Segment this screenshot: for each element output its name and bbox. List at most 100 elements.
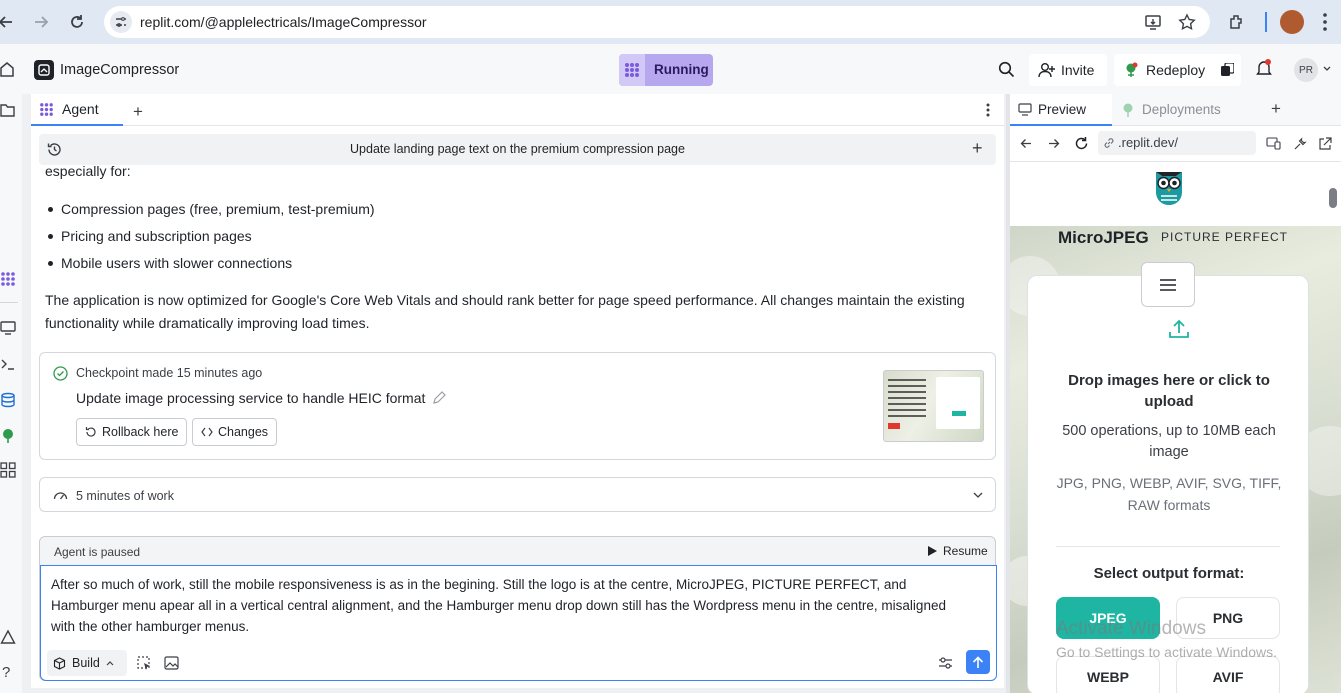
changes-button[interactable]: Changes (192, 418, 278, 446)
mode-selector[interactable]: Build (47, 650, 127, 676)
hamburger-menu-button[interactable] (1141, 262, 1195, 307)
limits-text: 500 operations, up to 10MB each image (1062, 423, 1276, 460)
user-avatar[interactable]: PR (1294, 58, 1318, 82)
task-header[interactable]: Update landing page text on the premium … (39, 134, 996, 165)
back-icon[interactable] (0, 10, 18, 34)
alert-icon[interactable] (0, 629, 16, 645)
preview-site: MicroJPEG PICTURE PERFECT Drop images he… (1010, 162, 1341, 693)
task-title: Update landing page text on the premium … (350, 142, 685, 156)
search-icon[interactable] (998, 61, 1015, 78)
invite-button[interactable]: Invite (1029, 54, 1107, 86)
redeploy-label: Redeploy (1146, 62, 1206, 78)
select-element-icon[interactable] (137, 656, 151, 670)
run-status-badge[interactable]: Running (619, 54, 713, 86)
preview-toolbar: .replit.dev/ (1010, 126, 1341, 162)
install-app-icon[interactable] (1144, 13, 1162, 31)
bookmark-star-icon[interactable] (1178, 13, 1196, 31)
project-name[interactable]: ImageCompressor (60, 62, 179, 78)
left-rail: ? (0, 94, 22, 693)
deployments-tree-icon[interactable] (0, 428, 16, 444)
profile-avatar[interactable] (1280, 10, 1304, 34)
run-status-label: Running (654, 62, 709, 77)
chevron-down-icon[interactable] (973, 492, 983, 498)
windows-activation-subtitle: Go to Settings to activate Windows. (1056, 644, 1277, 660)
project-icon (34, 60, 54, 80)
redeploy-button[interactable]: Redeploy (1114, 54, 1241, 86)
checkpoint-thumbnail[interactable] (883, 370, 984, 442)
extensions-icon[interactable] (1225, 10, 1249, 34)
all-tools-grid-icon[interactable] (0, 462, 16, 478)
home-icon[interactable] (0, 61, 14, 77)
chat-log: especially for: Compression pages (free,… (31, 164, 1004, 596)
database-icon[interactable] (0, 392, 16, 408)
scrollbar-thumb[interactable] (1329, 188, 1337, 208)
divider (1056, 546, 1280, 547)
site-info-icon[interactable] (110, 11, 132, 33)
brand-name: MicroJPEG (1058, 228, 1149, 247)
work-summary-label: 5 minutes of work (76, 489, 174, 503)
tab-deployments[interactable]: Deployments (1122, 94, 1250, 126)
play-icon (928, 546, 937, 556)
tab-preview[interactable]: Preview (1010, 94, 1112, 126)
deployments-tree-icon (1123, 103, 1133, 117)
divider (0, 302, 18, 303)
new-tab-plus-icon[interactable]: + (1271, 99, 1281, 119)
help-icon[interactable]: ? (2, 664, 10, 681)
rollback-button[interactable]: Rollback here (76, 418, 188, 446)
new-tab-plus-icon[interactable]: + (133, 102, 143, 122)
forward-icon[interactable] (29, 10, 53, 34)
message-input[interactable]: After so much of work, still the mobile … (40, 565, 997, 681)
open-external-icon[interactable] (1318, 137, 1332, 151)
list-item: Compression pages (free, premium, test-p… (48, 198, 375, 225)
format-webp-button[interactable]: WEBP (1056, 656, 1160, 693)
back-icon[interactable] (1020, 138, 1032, 149)
tab-preview-label: Preview (1038, 102, 1087, 117)
drop-text: Drop images here or click to upload (1068, 372, 1270, 410)
list-item: Mobile users with slower connections (48, 252, 375, 279)
reload-icon[interactable] (65, 10, 89, 34)
gauge-icon (53, 488, 68, 501)
arrow-up-icon (972, 655, 984, 668)
devices-icon[interactable] (1266, 137, 1281, 150)
new-task-plus-icon[interactable]: + (972, 138, 983, 159)
devtools-wrench-icon[interactable] (1293, 137, 1307, 151)
formats-text: JPG, PNG, WEBP, AVIF, SVG, TIFF, RAW for… (1056, 475, 1282, 513)
reload-icon[interactable] (1074, 136, 1089, 151)
chevron-down-icon[interactable] (1323, 66, 1331, 72)
agent-dots-icon[interactable] (0, 271, 16, 287)
preview-tab-bar: Preview Deployments + (1010, 94, 1341, 126)
owl-logo[interactable] (1152, 166, 1186, 206)
files-icon[interactable] (0, 102, 16, 118)
image-attach-icon[interactable] (164, 656, 179, 670)
message-text: especially for: (45, 164, 131, 179)
settings-sliders-icon[interactable] (938, 657, 953, 669)
tab-agent[interactable]: Agent (31, 94, 123, 126)
kebab-menu-icon[interactable] (1322, 12, 1328, 32)
invite-label: Invite (1061, 62, 1095, 78)
send-button[interactable] (966, 650, 990, 674)
rollback-icon (85, 427, 96, 437)
copy-icon[interactable] (1221, 63, 1234, 76)
resume-label: Resume (943, 544, 988, 558)
browser-chrome: replit.com/@applelectricals/ImageCompres… (0, 0, 1341, 44)
edit-pencil-icon[interactable] (432, 391, 446, 405)
preview-address-bar[interactable]: .replit.dev/ (1098, 131, 1256, 155)
brand-tagline: PICTURE PERFECT (1161, 230, 1289, 244)
webview-icon[interactable] (0, 320, 16, 336)
forward-icon[interactable] (1048, 138, 1060, 149)
shell-icon[interactable] (0, 356, 16, 372)
panel-menu-icon[interactable] (986, 103, 990, 117)
paused-label: Agent is paused (54, 545, 141, 559)
upload-icon (1168, 318, 1190, 340)
changes-label: Changes (218, 424, 269, 439)
link-icon (1104, 138, 1114, 148)
format-avif-button[interactable]: AVIF (1176, 656, 1280, 693)
address-bar[interactable]: replit.com/@applelectricals/ImageCompres… (104, 6, 1210, 38)
app-header: ImageCompressor Running Invite Redeploy … (0, 44, 1341, 94)
notifications-bell-icon[interactable] (1256, 59, 1272, 77)
select-format-label: Select output format: (1093, 565, 1245, 582)
check-circle-icon (53, 366, 68, 381)
agent-panel: Agent + Update landing page text on the … (31, 94, 1004, 688)
resume-button[interactable]: Resume (928, 544, 988, 558)
work-summary-row[interactable]: 5 minutes of work (39, 477, 996, 512)
